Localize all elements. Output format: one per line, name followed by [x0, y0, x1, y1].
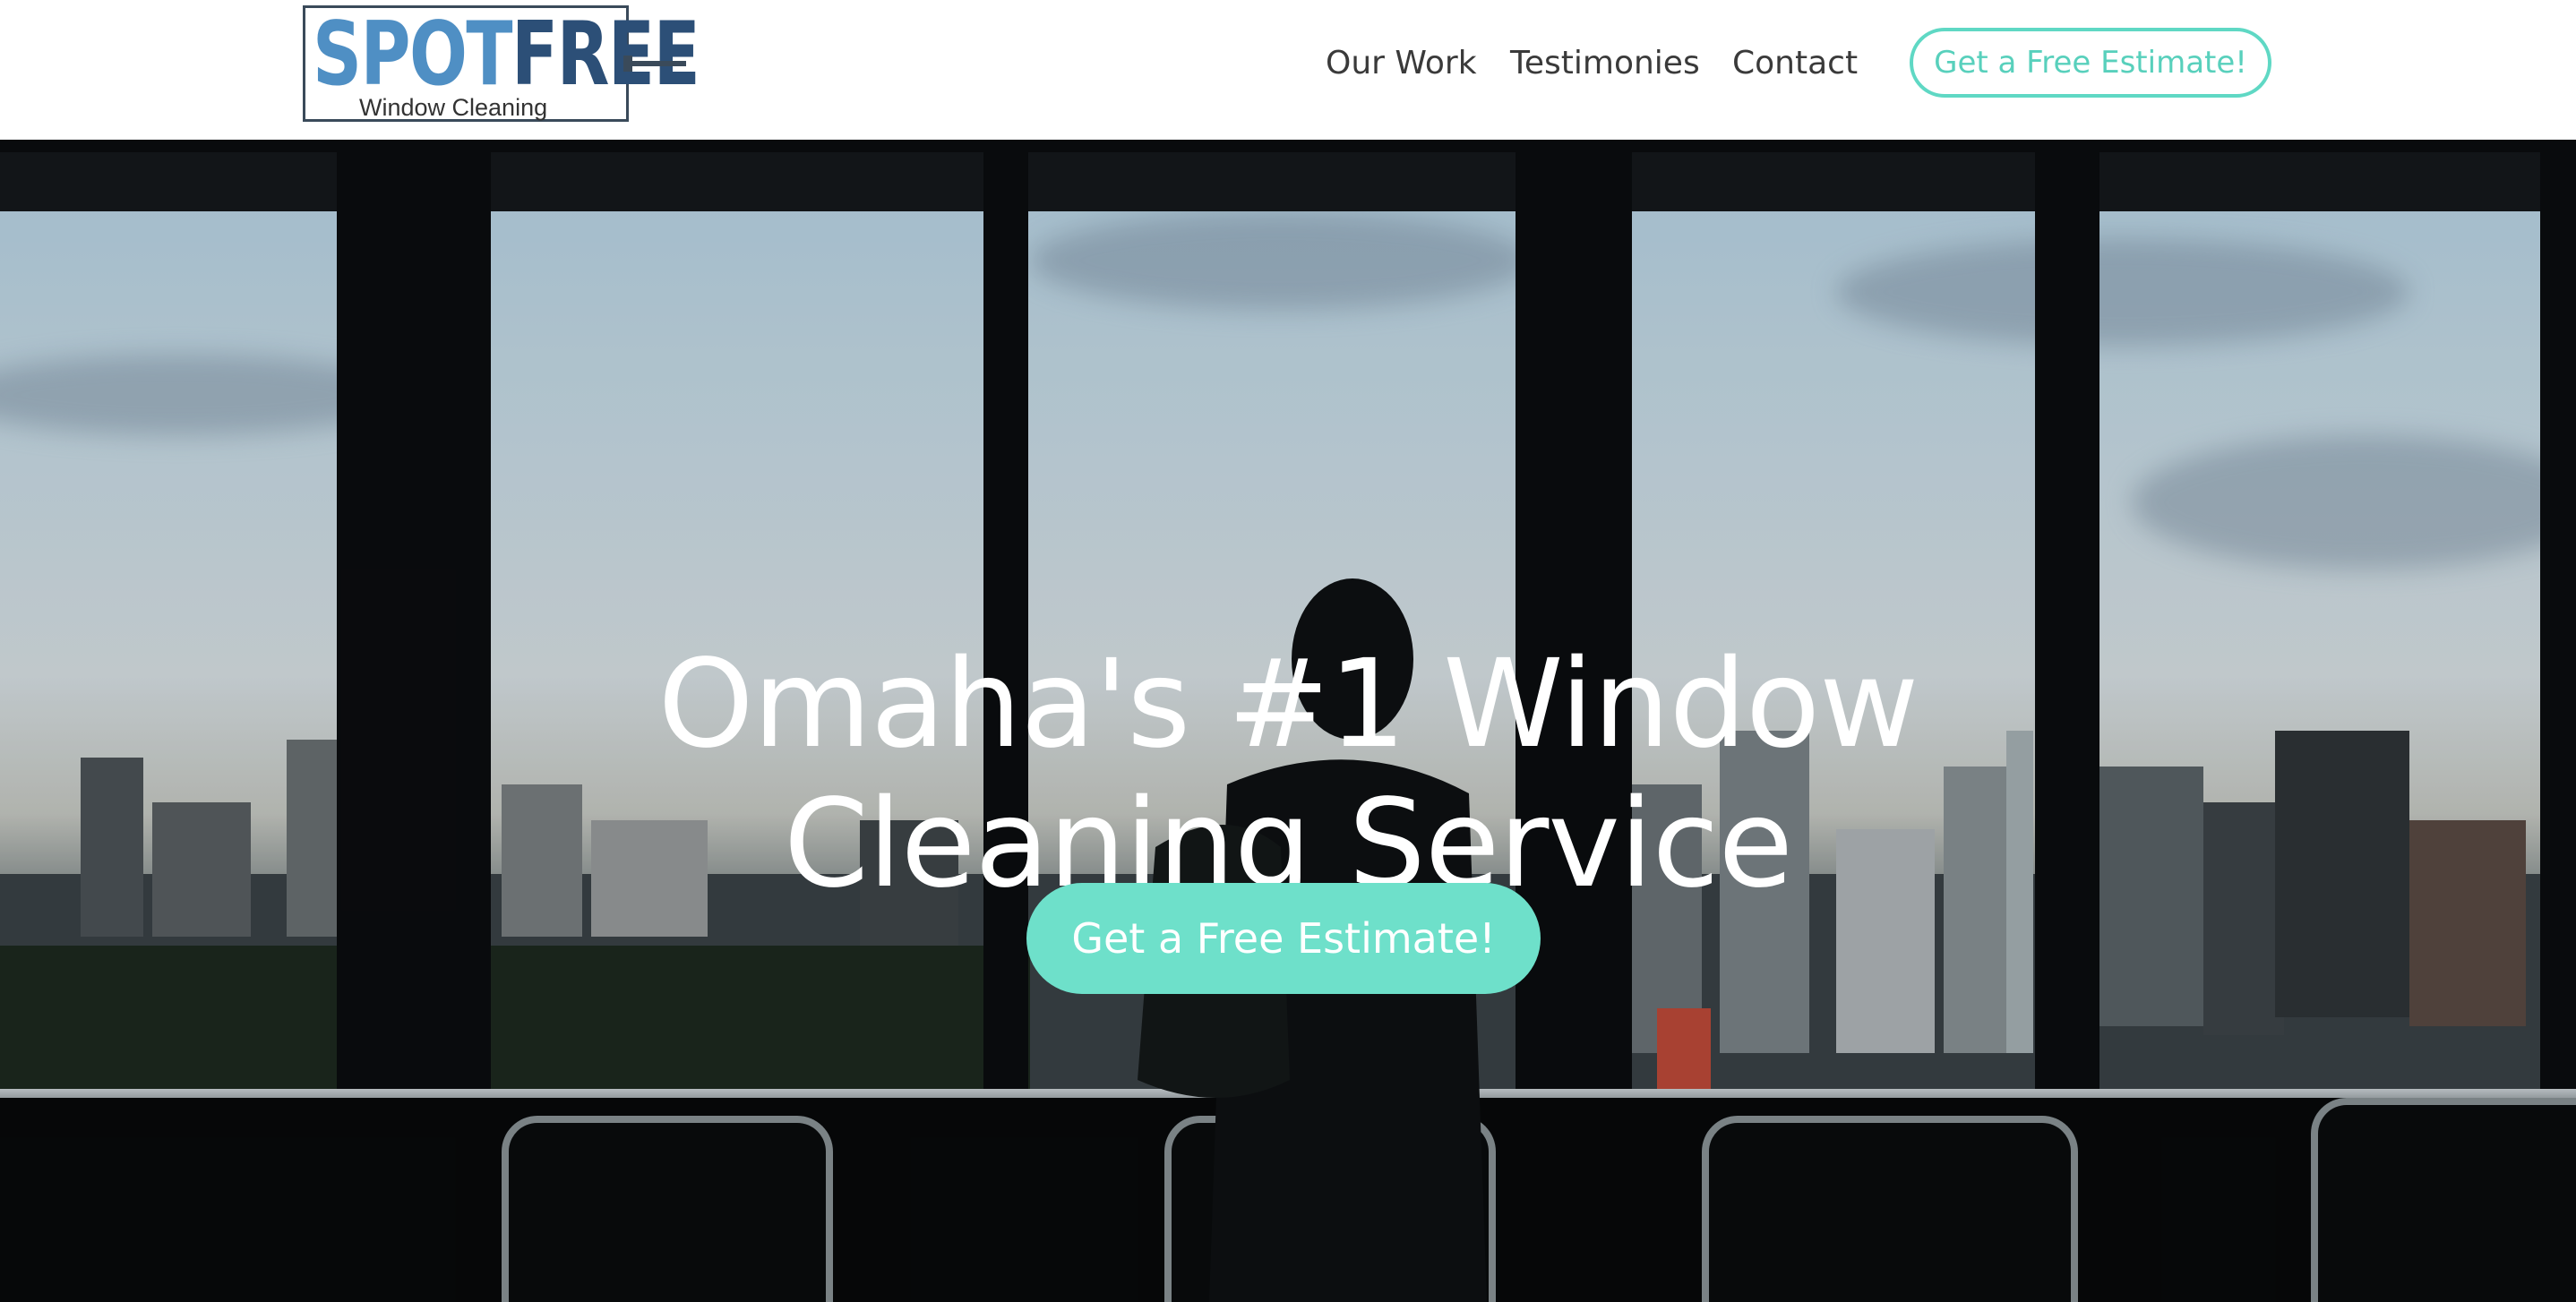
nav-link-contact[interactable]: Contact	[1732, 39, 1858, 88]
logo-word-free: FREE	[511, 4, 700, 106]
hero-section: Omaha's #1 Window Cleaning Service Get a…	[0, 140, 2576, 1302]
site-header: SPOTFREE Window Cleaning Our Work Testim…	[0, 0, 2576, 140]
hero-title-line-1: Omaha's #1 Window	[657, 634, 1919, 776]
nav-link-testimonies[interactable]: Testimonies	[1510, 39, 1700, 88]
logo-subtitle: Window Cleaning	[359, 94, 548, 121]
nav-link-our-work[interactable]: Our Work	[1326, 39, 1477, 88]
brand-logo[interactable]: SPOTFREE Window Cleaning	[303, 5, 700, 127]
hero-estimate-button[interactable]: Get a Free Estimate!	[1026, 883, 1541, 994]
logo-wordmark: SPOTFREE	[313, 11, 700, 99]
logo-frame: SPOTFREE Window Cleaning	[303, 5, 700, 122]
logo-word-spot: SPOT	[313, 4, 513, 106]
squeegee-icon	[623, 56, 686, 72]
hero-title: Omaha's #1 Window Cleaning Service	[573, 635, 2003, 914]
nav-estimate-button[interactable]: Get a Free Estimate!	[1910, 28, 2271, 98]
